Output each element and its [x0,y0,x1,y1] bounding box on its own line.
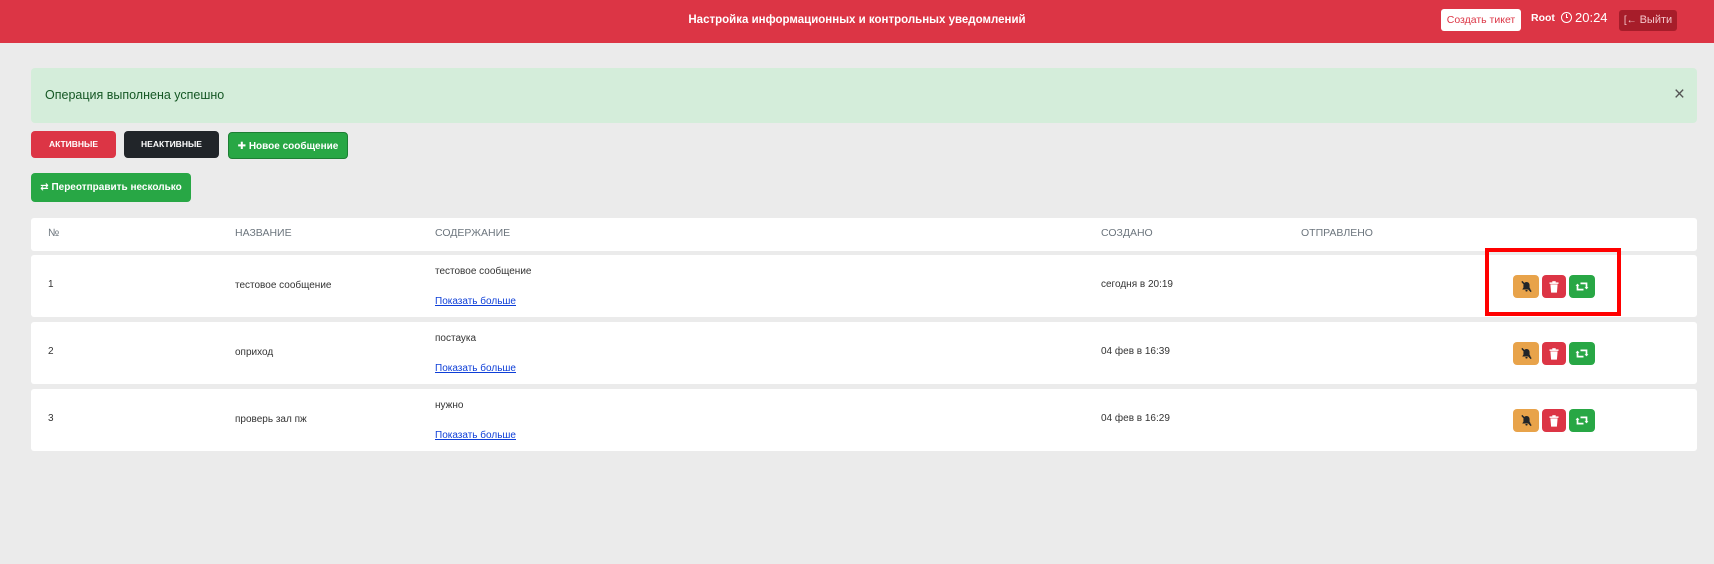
retweet-icon [1575,349,1589,358]
row-created: 04 фев в 16:39 [1101,346,1170,357]
active-filter-button[interactable]: АКТИВНЫЕ [31,131,116,158]
retweet-icon [1575,416,1589,425]
logout-button[interactable]: [← Выйти [1619,10,1677,31]
table-header: № НАЗВАНИЕ СОДЕРЖАНИЕ СОЗДАНО ОТПРАВЛЕНО [31,218,1697,251]
resend-button[interactable] [1569,409,1595,432]
column-header-sent: ОТПРАВЛЕНО [1301,227,1373,239]
top-bar: Настройка информационных и контрольных у… [0,0,1714,43]
table-row: 3 проверь зал пж нужно Показать больше 0… [31,389,1697,451]
table-row: 2 оприход постаука Показать больше 04 фе… [31,322,1697,384]
row-content: постаука [435,333,477,344]
mute-button[interactable] [1513,342,1539,365]
column-header-content: СОДЕРЖАНИЕ [435,227,511,239]
resend-several-button[interactable]: ⇄ Переотправить несколько [31,173,191,202]
retweet-icon: ⇄ [40,182,52,193]
clock-icon [1561,12,1572,23]
trash-icon [1549,414,1559,427]
delete-button[interactable] [1542,409,1566,432]
row-name: проверь зал пж [235,414,307,425]
row-name: оприход [235,347,274,358]
table-row: 1 тестовое сообщение тестовое сообщение … [31,255,1697,317]
logout-label: Выйти [1639,14,1673,26]
success-alert: Операция выполнена успешно × [31,68,1697,123]
column-header-number: № [48,227,60,239]
column-header-created: СОЗДАНО [1101,227,1153,239]
row-content: тестовое сообщение [435,266,532,277]
alert-message: Операция выполнена успешно [45,88,225,102]
plus-icon: ✚ [237,141,249,152]
row-created: 04 фев в 16:29 [1101,413,1170,424]
show-more-link[interactable]: Показать больше [435,363,516,374]
show-more-link[interactable]: Показать больше [435,430,516,441]
resend-button[interactable] [1569,342,1595,365]
row-created: сегодня в 20:19 [1101,279,1173,290]
row-number: 3 [48,413,54,424]
create-ticket-button[interactable]: Создать тикет [1441,9,1521,31]
bell-slash-icon [1520,414,1532,427]
row-number: 1 [48,279,54,290]
trash-icon [1549,347,1559,360]
mute-button[interactable] [1513,409,1539,432]
resend-several-label: Переотправить несколько [51,182,182,193]
column-header-name: НАЗВАНИЕ [235,227,292,239]
new-message-button[interactable]: ✚ Новое сообщение [228,132,348,159]
clock: 20:24 [1561,10,1608,25]
delete-button[interactable] [1542,342,1566,365]
bell-slash-icon [1520,347,1532,360]
row-content: нужно [435,400,464,411]
clock-time: 20:24 [1575,10,1608,25]
highlight-box [1485,248,1621,316]
close-icon[interactable]: × [1674,85,1685,104]
row-number: 2 [48,346,54,357]
sign-out-icon: [← [1623,15,1637,26]
inactive-filter-button[interactable]: НЕАКТИВНЫЕ [124,131,219,158]
row-name: тестовое сообщение [235,280,332,291]
new-message-label: Новое сообщение [248,141,339,152]
user-name: Root [1531,12,1555,24]
show-more-link[interactable]: Показать больше [435,296,516,307]
